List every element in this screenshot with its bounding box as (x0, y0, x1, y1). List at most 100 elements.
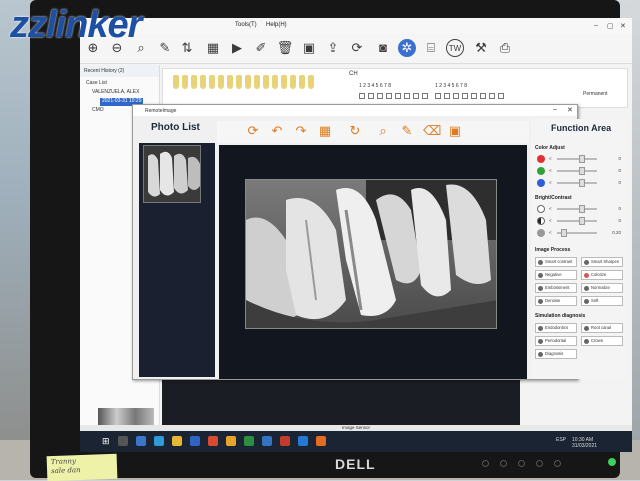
colorize-button[interactable]: Colorize (581, 270, 623, 280)
remote-image-dialog: RemoteImage – ✕ Photo List ⟳ ↶ ↷ ▦ ↻ ⌕ ✎… (132, 104, 627, 380)
power-led[interactable] (608, 458, 616, 466)
language-indicator[interactable]: ESP (556, 437, 566, 443)
screen: Tools(T) Help(H) – ▢ ✕ ⊕ ⊖ ⌕ ✎ ⇅ ▦ ▶ ✐ 🗑… (80, 18, 632, 452)
patient-node-2[interactable]: CMO (92, 107, 104, 115)
brightness-slider[interactable]: < 0 (549, 205, 621, 213)
crown-button[interactable]: Crown (581, 336, 623, 346)
recent-history-header[interactable]: Recent History (2) (80, 65, 159, 77)
restore-button[interactable]: ▢ (607, 22, 614, 30)
search-taskbar-icon[interactable] (118, 436, 128, 446)
edge-icon[interactable] (154, 436, 164, 446)
monitor-button-5[interactable] (554, 460, 561, 467)
monitor-button-2[interactable] (500, 460, 507, 467)
contrast-slider[interactable]: < 0 (549, 217, 621, 225)
menu-tools[interactable]: Tools(T) (235, 22, 257, 28)
save-icon[interactable]: ▣ (447, 123, 463, 139)
layout-icon[interactable]: ▦ (317, 123, 333, 139)
case-list-node[interactable]: Case List (86, 80, 107, 88)
dental-xray-image[interactable] (245, 179, 497, 329)
dialog-minimize-button[interactable]: – (553, 106, 557, 113)
rotate-menu-icon[interactable]: ↻ (347, 123, 363, 139)
blue-slider[interactable]: < 0 (549, 179, 621, 187)
gamma-slider[interactable]: < 0.20 (549, 229, 621, 237)
dialog-title: RemoteImage (145, 108, 177, 114)
tooth-numbers: 1 2 3 4 5 6 7 8 (359, 83, 391, 89)
brightness-icon (537, 205, 545, 213)
rotate-icon[interactable]: ⟳ (245, 123, 261, 139)
emboss-button[interactable]: Embossment (535, 283, 577, 293)
function-area: Function Area Color Adjust < 0 < 0 < 0 B… (531, 119, 627, 379)
app-icon[interactable] (244, 436, 254, 446)
sort-icon[interactable]: ⇅ (178, 39, 196, 57)
image-viewer[interactable] (219, 145, 527, 379)
word-icon[interactable] (262, 436, 272, 446)
root-canal-button[interactable]: Root canal (581, 323, 623, 333)
measure-icon[interactable]: ✎ (399, 123, 415, 139)
zzlinker-watermark-logo: zzlinker (10, 4, 142, 46)
mail-icon[interactable] (298, 436, 308, 446)
sticky-note: Tranny sale dan (46, 453, 118, 481)
menu-help[interactable]: Help(H) (266, 22, 287, 28)
close-button[interactable]: ✕ (620, 22, 626, 30)
smart-contrast-button[interactable]: Smart contrast (535, 257, 577, 267)
image-process-header: Image Process (535, 247, 571, 253)
patient-node[interactable]: VALENZUELA, ALEX (92, 89, 139, 97)
sensor-icon[interactable]: ✲ (398, 39, 416, 57)
eraser-icon[interactable]: ⌫ (423, 123, 441, 139)
play-icon[interactable]: ▶ (228, 39, 246, 57)
simulation-header: Simulation diagnosis (535, 313, 586, 319)
start-icon[interactable]: ⊞ (102, 436, 112, 446)
green-slider[interactable]: < 0 (549, 167, 621, 175)
color-adjust-header: Color Adjust (535, 145, 565, 151)
contrast-icon (537, 217, 545, 225)
negative-button[interactable]: Negative (535, 270, 577, 280)
magnify-icon[interactable]: ⌕ (375, 123, 391, 139)
blue-channel-icon (537, 179, 545, 187)
denoise-button[interactable]: Denoise (535, 296, 577, 306)
edit-icon[interactable]: ✐ (252, 39, 270, 57)
store-icon[interactable] (190, 436, 200, 446)
periodontal-button[interactable]: Periodontal (535, 336, 577, 346)
endodontics-button[interactable]: Endodontics (535, 323, 577, 333)
explorer-icon[interactable] (172, 436, 182, 446)
export-icon[interactable]: ⇪ (324, 39, 342, 57)
pen-icon[interactable]: ✎ (156, 39, 174, 57)
permanent-radio[interactable]: Permanent (583, 91, 607, 97)
ch-label: CH (349, 71, 358, 77)
monitor-button-1[interactable] (482, 460, 489, 467)
tooth-numbers-right: 1 2 3 4 5 6 7 8 (435, 83, 467, 89)
red-channel-icon (537, 155, 545, 163)
photo-thumbnail[interactable] (143, 145, 201, 203)
redo-icon[interactable]: ↷ (293, 123, 309, 139)
diagnosis-button[interactable]: Diagnosis (535, 349, 577, 359)
zzlinker-icon[interactable] (316, 436, 326, 446)
brush-icon[interactable]: ⚒ (472, 39, 490, 57)
office-icon[interactable] (208, 436, 218, 446)
soft-button[interactable]: Soft (581, 296, 623, 306)
windows-taskbar: ⊞ ESP 10:30 AM 31/03/2021 (80, 431, 632, 452)
camera-icon[interactable]: ◙ (374, 39, 392, 57)
normalize-button[interactable]: Normalize (581, 283, 623, 293)
clock-date[interactable]: 31/03/2021 (572, 443, 597, 449)
dialog-titlebar: RemoteImage – ✕ (133, 105, 577, 116)
image-icon[interactable]: ▣ (300, 39, 318, 57)
undo-icon[interactable]: ↶ (269, 123, 285, 139)
image-area-background (162, 373, 520, 425)
tooth-chart: CH 1 2 3 4 5 6 7 8 1 2 3 4 5 6 7 8 Perma… (162, 68, 628, 108)
red-slider[interactable]: < 0 (549, 155, 621, 163)
minimize-button[interactable]: – (594, 22, 598, 29)
print-icon[interactable]: ⎙ (496, 39, 514, 57)
dialog-close-button[interactable]: ✕ (567, 106, 573, 114)
chrome-icon[interactable] (226, 436, 236, 446)
monitor-button-4[interactable] (536, 460, 543, 467)
twain-icon[interactable]: TW (446, 39, 464, 57)
powerpoint-icon[interactable] (280, 436, 290, 446)
monitor-button-3[interactable] (518, 460, 525, 467)
task-view-icon[interactable] (136, 436, 146, 446)
refresh-icon[interactable]: ⟳ (348, 39, 366, 57)
scanner-icon[interactable]: ⌸ (422, 39, 440, 57)
grid-icon[interactable]: ▦ (204, 39, 222, 57)
photo-list-title: Photo List (151, 122, 200, 133)
trash-icon[interactable]: 🗑 (276, 39, 294, 57)
smart-sharpen-button[interactable]: Smart Sharpen (581, 257, 623, 267)
